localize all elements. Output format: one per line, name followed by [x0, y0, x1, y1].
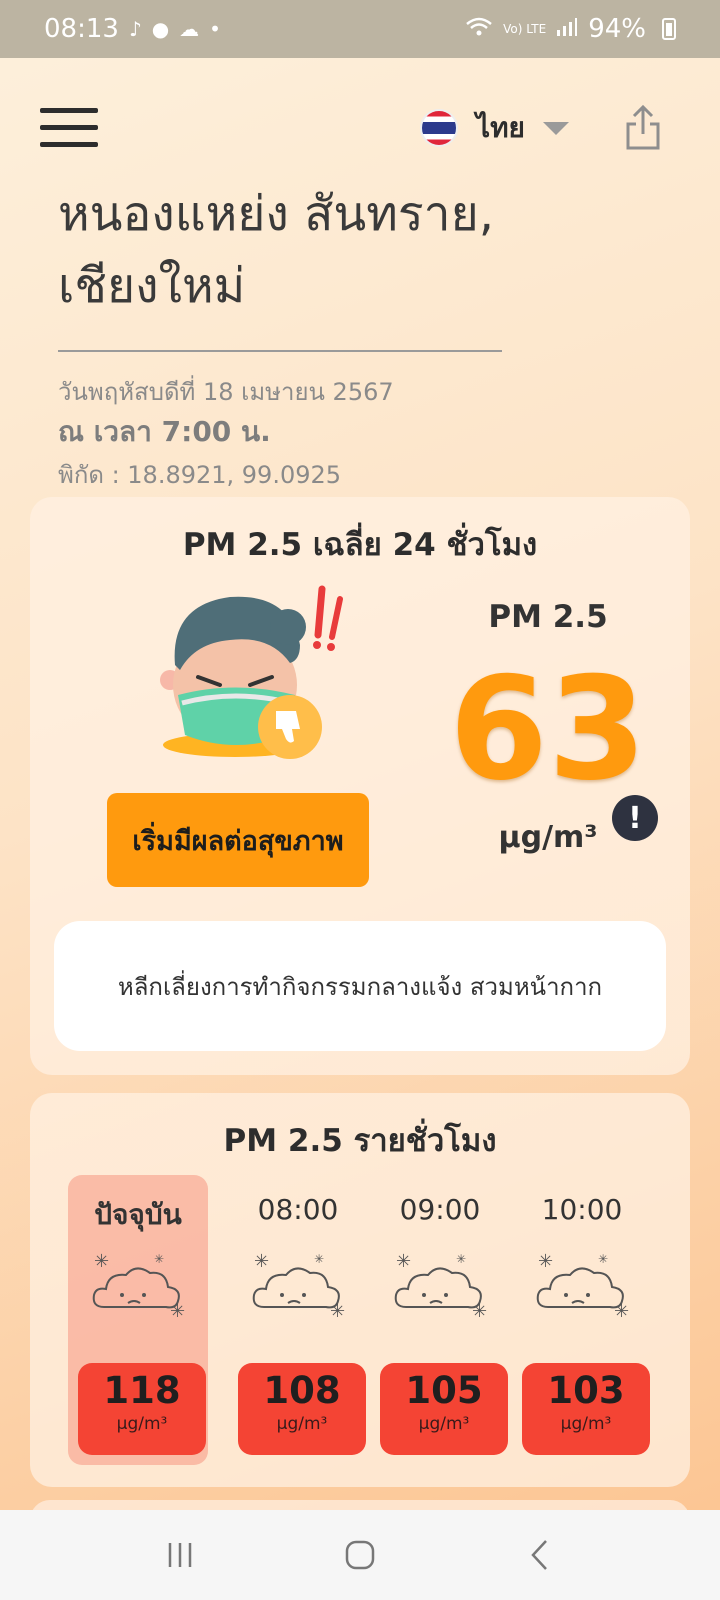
- menu-bar: [40, 108, 98, 113]
- clock: 08:13: [44, 14, 119, 44]
- status-left: 08:13 ♪ ● ☁ •: [44, 14, 221, 44]
- hour-label: ปัจจุบัน: [94, 1198, 182, 1231]
- hourly-item-0800[interactable]: 08:00 ✳ ✳ ✳ 108 µg/m³: [228, 1175, 368, 1465]
- svg-text:✳: ✳: [598, 1252, 608, 1266]
- hour-label: 09:00: [399, 1193, 481, 1226]
- home-button[interactable]: [320, 1525, 400, 1585]
- report-time: ณ เวลา 7:00 น.: [58, 415, 271, 448]
- menu-bar: [40, 142, 98, 147]
- hourly-value: 103: [547, 1369, 625, 1412]
- battery-percent: 94%: [588, 14, 646, 44]
- svg-text:✳: ✳: [614, 1301, 629, 1322]
- hourly-value-badge: 103 µg/m³: [522, 1363, 650, 1455]
- hourly-item-0900[interactable]: 09:00 ✳ ✳ ✳ 105 µg/m³: [370, 1175, 510, 1465]
- language-selector[interactable]: ไทย: [420, 106, 569, 150]
- menu-bar: [40, 125, 98, 130]
- status-right: Vo) LTE 94%: [465, 14, 676, 44]
- dust-cloud-icon: ✳ ✳ ✳: [252, 1251, 345, 1322]
- hourly-value: 118: [103, 1369, 181, 1412]
- hourly-unit: µg/m³: [276, 1414, 328, 1434]
- advice-text: หลีกเลี่ยงการทำกิจกรรมกลางแจ้ง สวมหน้ากา…: [117, 972, 603, 1001]
- language-label: ไทย: [476, 111, 525, 144]
- recent-apps-button[interactable]: [140, 1525, 220, 1585]
- signal-icon: [556, 17, 578, 42]
- dust-cloud-icon: ✳ ✳ ✳: [394, 1251, 487, 1322]
- hour-label: 08:00: [257, 1193, 339, 1226]
- share-icon[interactable]: [624, 104, 662, 156]
- hourly-unit: µg/m³: [560, 1414, 612, 1434]
- advice-box: หลีกเลี่ยงการทำกิจกรรมกลางแจ้ง สวมหน้ากา…: [54, 921, 666, 1051]
- hourly-item-1000[interactable]: 10:00 ✳ ✳ ✳ 103 µg/m³: [512, 1175, 652, 1465]
- pm-value: 63: [449, 647, 647, 812]
- line-icon: ●: [151, 17, 170, 41]
- pm-label: PM 2.5: [488, 599, 608, 635]
- svg-text:✳: ✳: [456, 1252, 466, 1266]
- recent-apps-icon: [168, 1543, 192, 1567]
- hourly-unit: µg/m³: [116, 1414, 168, 1434]
- coordinates: พิกัด : 18.8921, 99.0925: [58, 461, 342, 489]
- daily-pm-card: PM 2.5 เฉลี่ย 24 ชั่วโมง เริ่มมีผลต่อสุข…: [30, 497, 690, 1075]
- system-nav-bar: [0, 1510, 720, 1600]
- menu-button[interactable]: [40, 108, 98, 150]
- back-icon: [531, 1540, 547, 1570]
- cloud-icon: ☁: [179, 17, 200, 41]
- svg-text:✳: ✳: [254, 1251, 269, 1272]
- daily-card-title: PM 2.5 เฉลี่ย 24 ชั่วโมง: [182, 527, 538, 563]
- network-label: Vo) LTE: [503, 22, 547, 36]
- hourly-value-badge: 108 µg/m³: [238, 1363, 366, 1455]
- thumbs-down-icon: [258, 695, 322, 759]
- hour-label: 10:00: [541, 1193, 623, 1226]
- health-status-badge: เริ่มมีผลต่อสุขภาพ: [107, 793, 369, 887]
- thailand-flag-icon: [420, 109, 458, 147]
- svg-text:✳: ✳: [314, 1252, 324, 1266]
- divider: [58, 350, 502, 352]
- wifi-icon: [465, 16, 493, 43]
- info-icon[interactable]: !: [612, 795, 658, 841]
- svg-text:✳: ✳: [170, 1301, 185, 1322]
- battery-icon: [662, 18, 676, 40]
- hourly-value: 108: [263, 1369, 341, 1412]
- report-date: วันพฤหัสบดีที่ 18 เมษายน 2567: [58, 378, 394, 406]
- back-button[interactable]: [500, 1525, 580, 1585]
- hourly-value: 105: [405, 1369, 483, 1412]
- hourly-value-badge: 105 µg/m³: [380, 1363, 508, 1455]
- home-icon: [345, 1540, 375, 1570]
- location-title: หนองแหย่ง สันทราย, เชียงใหม่: [58, 186, 494, 314]
- svg-text:✳: ✳: [472, 1301, 487, 1322]
- hourly-pm-card: PM 2.5 รายชั่วโมง ปัจจุบัน ✳ ✳ ✳ 118 µg/…: [30, 1093, 690, 1487]
- chevron-down-icon: [542, 121, 569, 135]
- svg-text:✳: ✳: [538, 1251, 553, 1272]
- status-bar: 08:13 ♪ ● ☁ • Vo) LTE 94%: [0, 0, 720, 58]
- hourly-item-current[interactable]: ปัจจุบัน ✳ ✳ ✳ 118 µg/m³: [68, 1175, 208, 1465]
- dust-cloud-icon: ✳ ✳ ✳: [536, 1251, 629, 1322]
- dust-cloud-icon: ✳ ✳ ✳: [92, 1251, 185, 1322]
- hourly-unit: µg/m³: [418, 1414, 470, 1434]
- svg-text:✳: ✳: [396, 1251, 411, 1272]
- tiktok-icon: ♪: [128, 17, 142, 41]
- hourly-value-badge: 118 µg/m³: [78, 1363, 206, 1455]
- hourly-card-title: PM 2.5 รายชั่วโมง: [223, 1123, 497, 1159]
- dot-icon: •: [209, 17, 221, 41]
- svg-text:✳: ✳: [154, 1252, 164, 1266]
- svg-text:✳: ✳: [330, 1301, 345, 1322]
- svg-text:✳: ✳: [94, 1251, 109, 1272]
